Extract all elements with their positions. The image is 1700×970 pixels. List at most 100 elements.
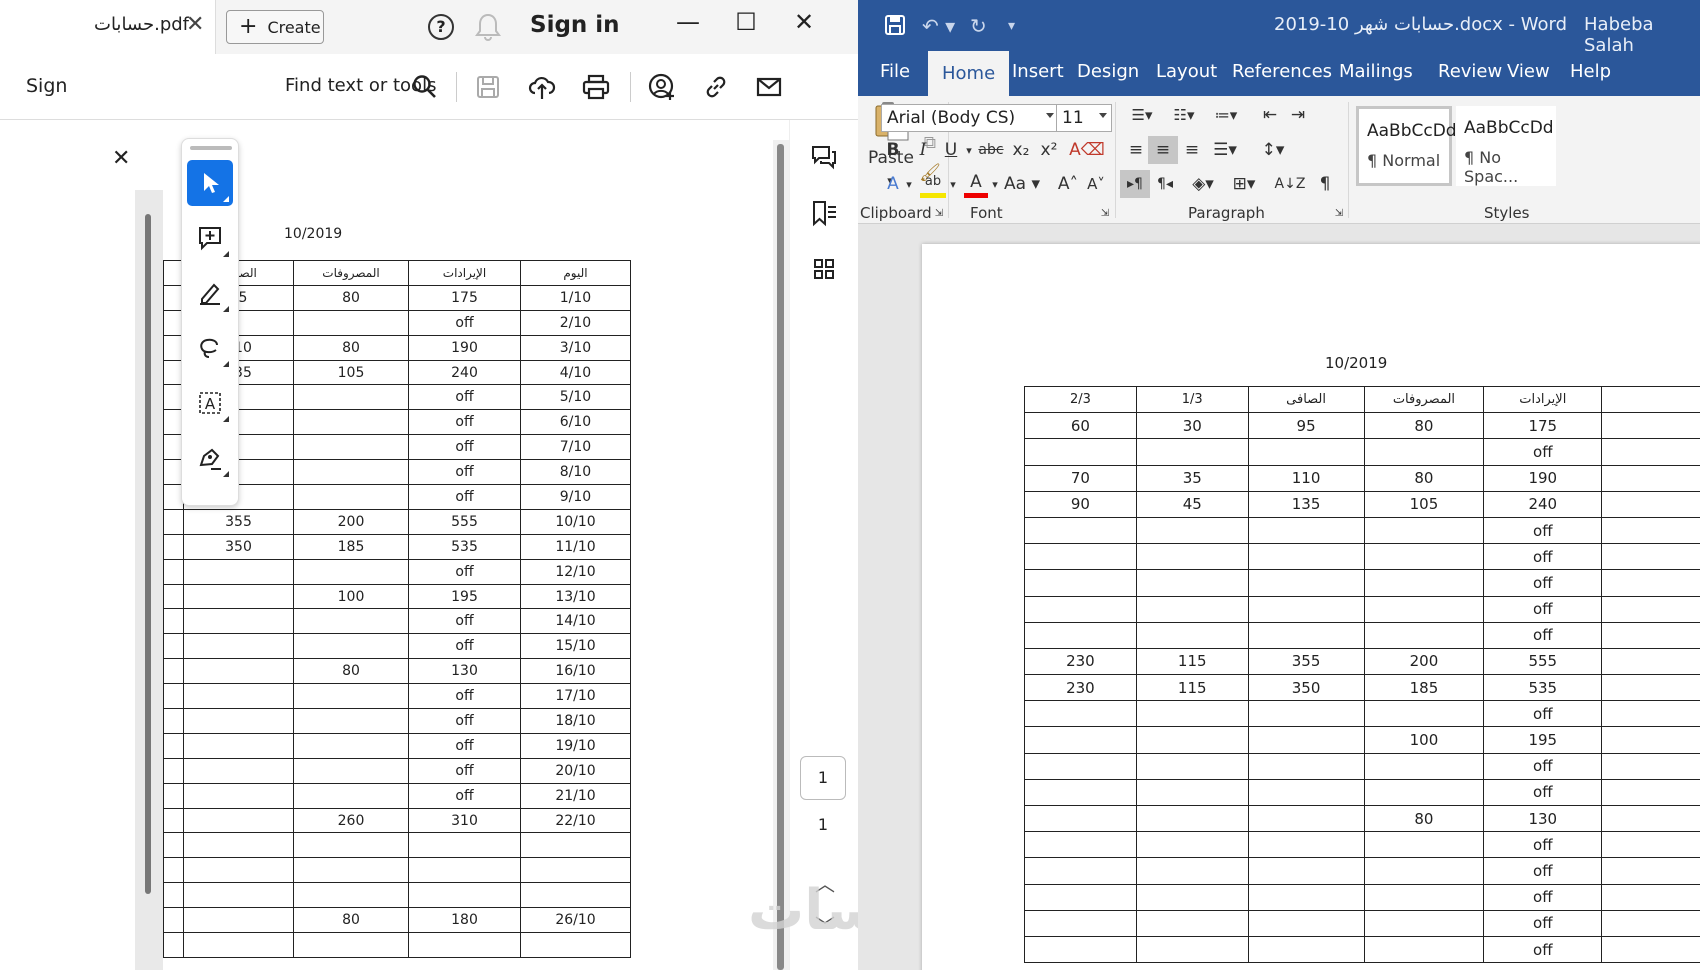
clear-formatting-icon[interactable]: A⌫ — [1069, 136, 1105, 164]
dialog-launcher-icon[interactable]: ⇲ — [932, 206, 946, 220]
subscript-icon[interactable]: x₂ — [1008, 136, 1034, 164]
share-user-icon[interactable] — [645, 70, 679, 104]
shrink-font-icon[interactable]: A˅ — [1084, 170, 1108, 198]
sign-in-button[interactable]: Sign in — [530, 12, 620, 38]
font-size-value: 11 — [1062, 108, 1084, 128]
table-cell: off — [408, 708, 521, 734]
ltr-paragraph-icon[interactable]: ▸¶ — [1120, 170, 1150, 198]
font-size-select[interactable]: 11 — [1056, 104, 1112, 132]
underline-dropdown-icon[interactable]: ▾ — [962, 136, 976, 164]
scroll-thumb[interactable] — [777, 144, 784, 970]
tab-review[interactable]: Review — [1438, 61, 1502, 82]
close-tab-icon[interactable]: ✕ — [186, 12, 204, 37]
italic-icon[interactable]: I — [910, 136, 936, 164]
tab-design[interactable]: Design — [1077, 61, 1139, 82]
table-cell — [1601, 909, 1700, 937]
palette-grip[interactable] — [190, 146, 232, 150]
text-box-tool[interactable]: A — [187, 380, 233, 426]
sign-tool-label[interactable]: Sign — [26, 75, 67, 97]
underline-icon[interactable]: U — [938, 136, 964, 164]
draw-tool[interactable] — [187, 325, 233, 371]
show-formatting-marks-icon[interactable]: ¶ — [1312, 170, 1338, 198]
font-color-dropdown-icon[interactable]: ▾ — [988, 170, 1002, 198]
word-page[interactable]: 10/2019 2/3 1/3 الصافى المصروفات الإيرادات 60… — [922, 244, 1700, 970]
align-center-icon[interactable]: ≡ — [1148, 136, 1178, 164]
tab-references[interactable]: References — [1232, 61, 1332, 82]
upload-cloud-icon[interactable] — [525, 70, 559, 104]
undo-icon[interactable]: ↶ ▾ — [922, 14, 955, 38]
font-color-icon[interactable]: A — [964, 170, 988, 198]
text-effects-dropdown-icon[interactable]: ▾ — [902, 170, 916, 198]
comments-icon[interactable] — [807, 140, 841, 174]
scroll-thumb[interactable] — [145, 214, 151, 894]
dialog-launcher-icon[interactable]: ⇲ — [1332, 206, 1346, 220]
table-cell: off — [1483, 516, 1603, 545]
select-tool[interactable] — [187, 160, 233, 206]
left-panel-scrollbar[interactable] — [135, 190, 163, 970]
table-cell — [1601, 883, 1700, 911]
line-spacing-icon[interactable]: ↕▾ — [1254, 136, 1292, 164]
rtl-paragraph-icon[interactable]: ¶◂ — [1150, 170, 1180, 198]
document-tab[interactable]: حسابات.pdf ✕ — [0, 0, 216, 54]
dialog-launcher-icon[interactable]: ⇲ — [1098, 206, 1112, 220]
table-cell — [1601, 935, 1700, 964]
change-case-icon[interactable]: Aa ▾ — [1004, 170, 1040, 198]
increase-indent-icon[interactable]: ⇥ — [1284, 102, 1312, 128]
table-cell — [1247, 621, 1365, 649]
font-name-select[interactable]: Arial (Body CS) — [881, 104, 1059, 132]
tab-insert[interactable]: Insert — [952, 61, 1064, 82]
bell-icon[interactable] — [474, 12, 502, 42]
create-button[interactable]: + Create — [226, 10, 324, 44]
grow-font-icon[interactable]: A˄ — [1056, 170, 1080, 198]
highlight-color-icon[interactable]: ab — [920, 170, 946, 198]
maximize-icon[interactable]: ☐ — [726, 8, 766, 44]
decrease-indent-icon[interactable]: ⇤ — [1256, 102, 1284, 128]
style-normal[interactable]: AaBbCcDd ¶ Normal — [1356, 106, 1457, 186]
bookmarks-icon[interactable] — [807, 196, 841, 230]
superscript-icon[interactable]: x² — [1036, 136, 1062, 164]
close-window-icon[interactable]: ✕ — [784, 8, 824, 44]
customize-qat-icon[interactable]: ▾ — [1008, 18, 1015, 34]
highlight-tool[interactable] — [187, 270, 233, 316]
tab-help[interactable]: Help — [1570, 61, 1611, 82]
align-left-icon[interactable]: ≡ — [1122, 136, 1150, 164]
sort-icon[interactable]: A↓Z — [1275, 170, 1306, 198]
tab-mailings[interactable]: Mailings — [1339, 61, 1413, 82]
email-icon[interactable] — [752, 70, 786, 104]
align-right-icon[interactable]: ≡ — [1178, 136, 1206, 164]
bullets-icon[interactable]: ☰▾ — [1122, 102, 1162, 128]
minimize-icon[interactable]: — — [668, 8, 708, 44]
multilevel-list-icon[interactable]: ≔▾ — [1206, 102, 1246, 128]
link-icon[interactable] — [699, 70, 733, 104]
highlight-dropdown-icon[interactable]: ▾ — [946, 170, 960, 198]
style-no-spacing[interactable]: AaBbCcDd ¶ No Spac... — [1456, 106, 1556, 186]
search-icon[interactable] — [408, 70, 442, 104]
table-cell — [1247, 438, 1365, 466]
tab-file[interactable]: File — [880, 61, 910, 82]
table-cell — [293, 608, 409, 635]
save-icon[interactable] — [884, 14, 906, 41]
user-name[interactable]: Habeba Salah — [1584, 14, 1700, 56]
save-icon[interactable] — [471, 70, 505, 104]
close-panel-icon[interactable]: ✕ — [112, 146, 130, 171]
strikethrough-icon[interactable]: abc — [976, 136, 1006, 164]
table-cell — [293, 832, 409, 859]
table-cell — [1247, 700, 1365, 728]
shading-icon[interactable]: ◈▾ — [1184, 170, 1222, 198]
justify-icon[interactable]: ☰▾ — [1206, 136, 1244, 164]
current-page-input[interactable]: 1 — [800, 756, 846, 800]
sign-tool[interactable] — [187, 435, 233, 481]
bold-icon[interactable]: B — [880, 136, 906, 164]
help-icon[interactable]: ? — [428, 14, 454, 40]
table-cell — [163, 882, 184, 909]
tab-layout[interactable]: Layout — [1156, 61, 1217, 82]
print-icon[interactable] — [579, 70, 613, 104]
borders-icon[interactable]: ⊞▾ — [1224, 170, 1264, 198]
numbering-icon[interactable]: ☷▾ — [1164, 102, 1204, 128]
tab-view[interactable]: View — [1507, 61, 1550, 82]
word-accounts-table[interactable]: 2/3 1/3 الصافى المصروفات الإيرادات 60 30 95 80 17… — [1024, 385, 1700, 964]
add-comment-tool[interactable] — [187, 215, 233, 261]
redo-icon[interactable]: ↻ — [970, 14, 987, 38]
thumbnails-grid-icon[interactable] — [807, 252, 841, 286]
document-scrollbar[interactable] — [773, 140, 789, 970]
